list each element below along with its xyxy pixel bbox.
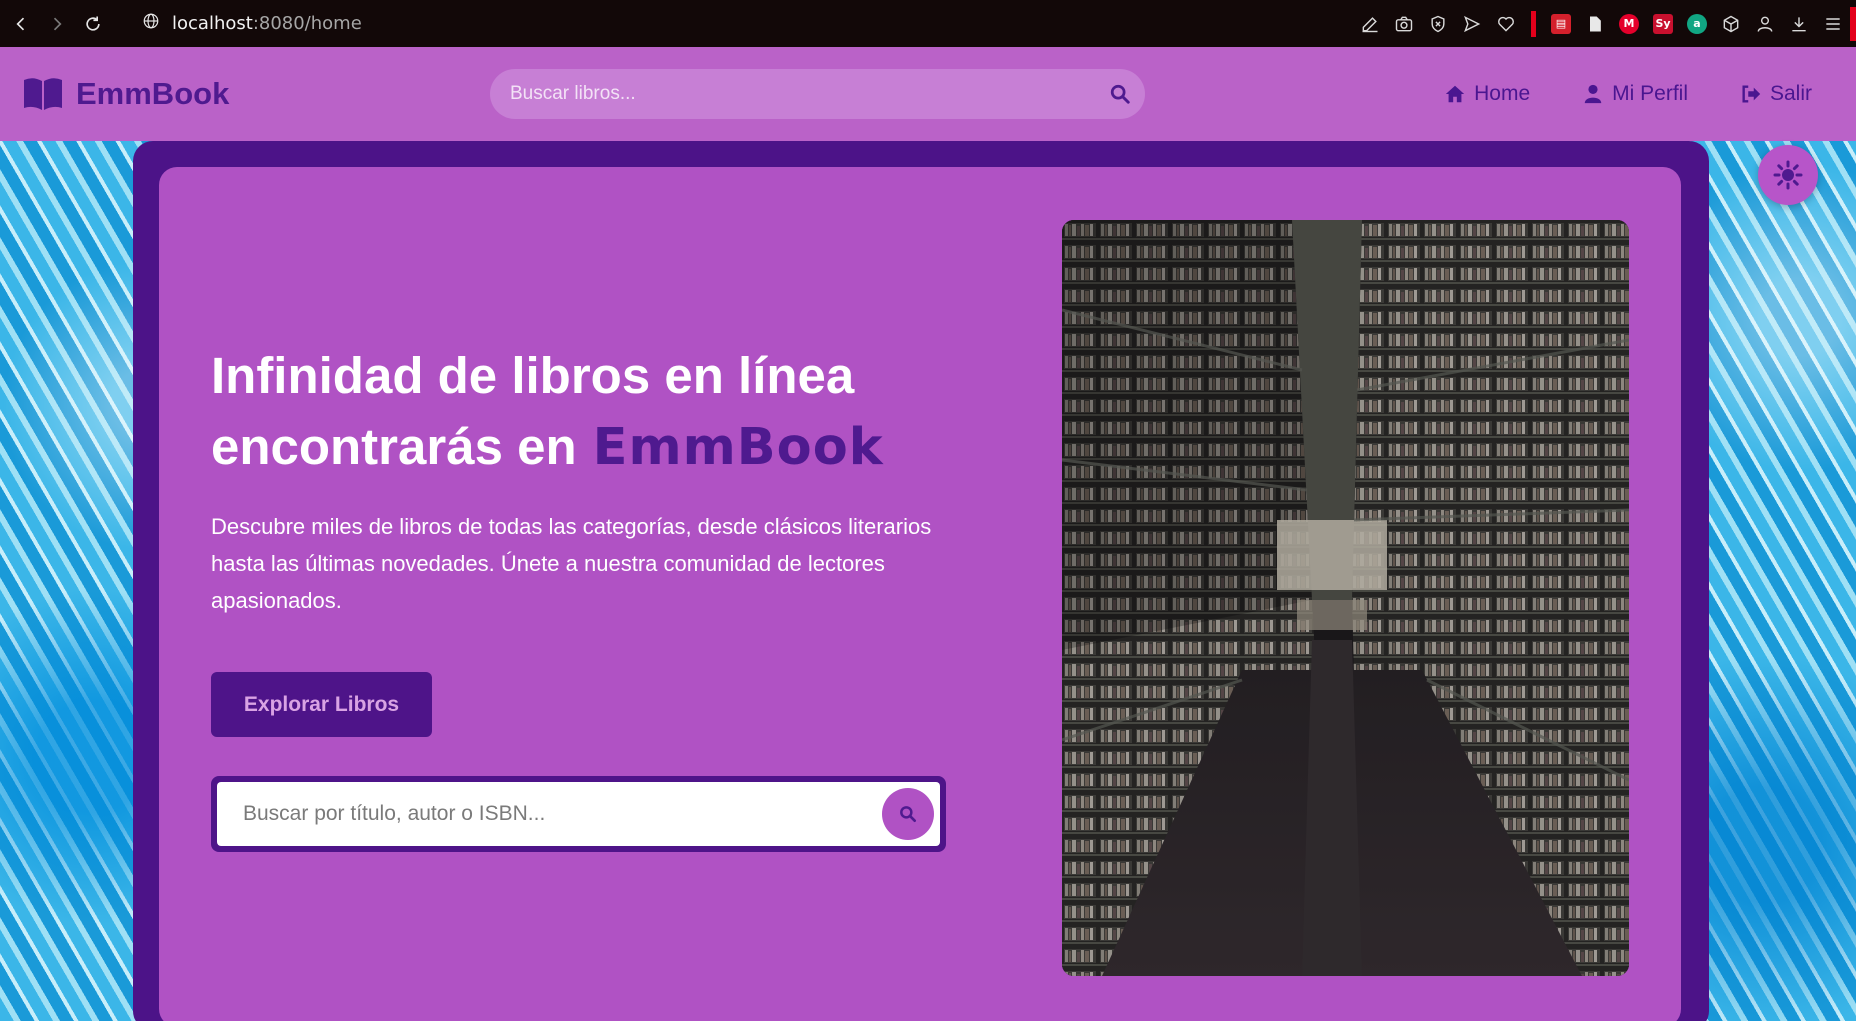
forward-button[interactable]: [42, 9, 72, 39]
send-icon[interactable]: [1455, 0, 1489, 47]
address-bar[interactable]: localhost:8080/home: [142, 12, 362, 35]
hero-title-line1: Infinidad de libros en línea: [211, 347, 855, 404]
library-photo: [1062, 220, 1629, 976]
edge-bar: [1850, 6, 1856, 41]
hero-title-line2: encontrarás en: [211, 418, 577, 475]
home-icon: [1445, 85, 1465, 103]
reload-icon: [86, 16, 100, 31]
m-ext-icon[interactable]: ▤: [1544, 0, 1578, 47]
nav-link-label: Mi Perfil: [1612, 82, 1688, 105]
sy-ext-icon[interactable]: Sy: [1646, 0, 1680, 47]
forward-icon: [53, 17, 62, 30]
url-text: localhost:8080/home: [172, 13, 362, 34]
menu-icon[interactable]: [1816, 0, 1850, 47]
navbar-search: [490, 69, 1145, 119]
nav-link-profile[interactable]: Mi Perfil: [1582, 82, 1688, 106]
separator-bar: [1531, 10, 1536, 37]
cube-icon[interactable]: [1714, 0, 1748, 47]
nav-link-label: Salir: [1769, 82, 1812, 105]
hero-search-button[interactable]: [882, 788, 934, 840]
user-icon: [1584, 84, 1602, 104]
app-navbar: EmmBook Home Mi Perfil Salir: [0, 47, 1856, 141]
globe-icon: [142, 12, 160, 35]
heart-icon[interactable]: [1489, 0, 1523, 47]
brand-logo[interactable]: EmmBook: [22, 76, 229, 112]
shield-x-icon[interactable]: [1421, 0, 1455, 47]
a-ext-icon[interactable]: a: [1680, 0, 1714, 47]
hero-description: Descubre miles de libros de todas las ca…: [211, 514, 932, 613]
brand-name: EmmBook: [76, 76, 230, 111]
theme-toggle-button[interactable]: [1758, 145, 1818, 205]
hero-search-box: [217, 782, 940, 846]
nav-link-logout[interactable]: Salir: [1740, 82, 1812, 106]
back-button[interactable]: [6, 9, 36, 39]
hero-title-accent: EmmBook: [592, 418, 884, 477]
camera-icon[interactable]: [1387, 0, 1421, 47]
profile-icon[interactable]: [1748, 0, 1782, 47]
reload-button[interactable]: [78, 9, 108, 39]
download-icon[interactable]: [1782, 0, 1816, 47]
nav-link-label: Home: [1474, 82, 1531, 105]
hero-title: Infinidad de libros en línea encontrarás…: [211, 340, 971, 483]
hero-search: [211, 776, 946, 852]
sun-icon: [1773, 160, 1803, 190]
search-icon: [900, 806, 916, 822]
explore-books-button[interactable]: Explorar Libros: [211, 672, 432, 737]
doc-icon[interactable]: [1578, 0, 1612, 47]
mail-m-icon[interactable]: M: [1612, 0, 1646, 47]
nav-links: Home Mi Perfil Salir: [1392, 47, 1812, 141]
navbar-search-button[interactable]: [1095, 69, 1145, 119]
extensions-bar: ▤ M Sy a: [1353, 0, 1856, 47]
logout-icon: [1742, 85, 1761, 103]
navbar-search-input[interactable]: [510, 83, 1095, 105]
browser-toolbar: localhost:8080/home ▤ M Sy a: [0, 0, 1856, 47]
nav-link-home[interactable]: Home: [1444, 82, 1530, 106]
edit-icon[interactable]: [1353, 0, 1387, 47]
hero-search-input[interactable]: [243, 802, 882, 826]
back-icon: [16, 17, 25, 30]
book-open-icon: [24, 78, 62, 110]
search-icon: [1110, 84, 1130, 104]
